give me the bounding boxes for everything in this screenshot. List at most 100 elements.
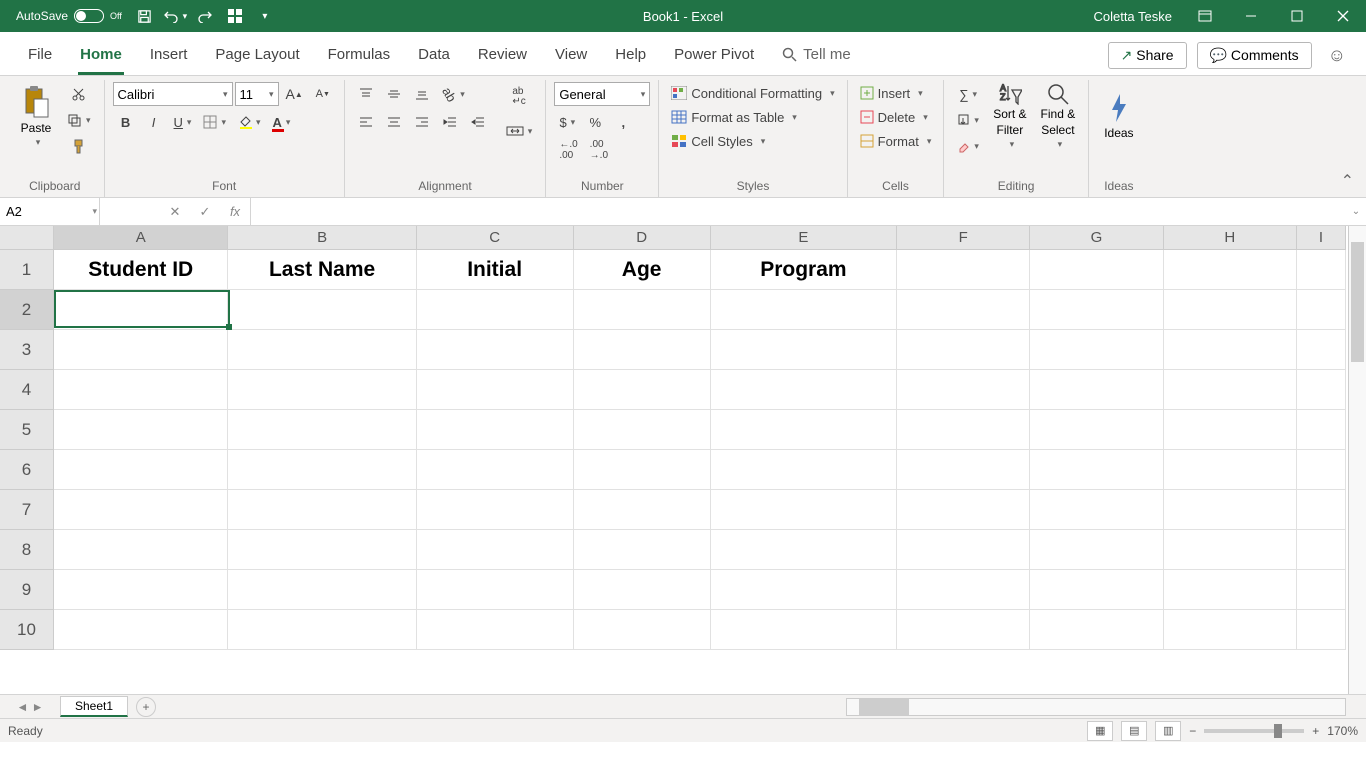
cell-C2[interactable] [417, 290, 574, 330]
fx-button[interactable]: fx [220, 204, 250, 219]
row-header-6[interactable]: 6 [0, 450, 54, 490]
row-header-7[interactable]: 7 [0, 490, 54, 530]
italic-button[interactable]: I [141, 110, 167, 134]
cell-B3[interactable] [228, 330, 416, 370]
namebox-dropdown[interactable]: ▾ [92, 206, 97, 217]
tab-power-pivot[interactable]: Power Pivot [660, 38, 768, 75]
cell-D6[interactable] [574, 450, 711, 490]
decrease-indent-button[interactable] [437, 110, 463, 134]
increase-indent-button[interactable] [465, 110, 491, 134]
cell-F7[interactable] [897, 490, 1030, 530]
cell-G1[interactable] [1030, 250, 1163, 290]
cell-C5[interactable] [417, 410, 574, 450]
cell-A7[interactable] [54, 490, 228, 530]
cell-F8[interactable] [897, 530, 1030, 570]
decrease-decimal-button[interactable]: .00→.0 [585, 138, 613, 162]
cell-H2[interactable] [1164, 290, 1297, 330]
cell-B9[interactable] [228, 570, 416, 610]
row-header-8[interactable]: 8 [0, 530, 54, 570]
cell-E5[interactable] [711, 410, 897, 450]
cell-F4[interactable] [897, 370, 1030, 410]
cell-E8[interactable] [711, 530, 897, 570]
cell-B6[interactable] [228, 450, 416, 490]
minimize-button[interactable] [1228, 0, 1274, 32]
cell-G6[interactable] [1030, 450, 1163, 490]
smile-icon[interactable]: ☺ [1322, 45, 1352, 66]
cell-E1[interactable]: Program [711, 250, 897, 290]
cell-H10[interactable] [1164, 610, 1297, 650]
row-header-4[interactable]: 4 [0, 370, 54, 410]
cell-A1[interactable]: Student ID [54, 250, 228, 290]
cell-I8[interactable] [1297, 530, 1346, 570]
cell-E2[interactable] [711, 290, 897, 330]
col-header-H[interactable]: H [1164, 226, 1297, 250]
user-name[interactable]: Coletta Teske [1083, 9, 1182, 24]
comments-button[interactable]: 💬 Comments [1197, 42, 1312, 69]
share-button[interactable]: ↗ Share [1108, 42, 1187, 69]
cell-F6[interactable] [897, 450, 1030, 490]
align-top-button[interactable] [353, 82, 379, 106]
undo-button[interactable]: ▾ [162, 3, 188, 29]
cell-G4[interactable] [1030, 370, 1163, 410]
cell-I2[interactable] [1297, 290, 1346, 330]
ribbon-options-button[interactable] [1182, 0, 1228, 32]
cell-G3[interactable] [1030, 330, 1163, 370]
cell-D2[interactable] [574, 290, 711, 330]
name-box[interactable]: A2 ▾ [0, 198, 100, 225]
cell-I7[interactable] [1297, 490, 1346, 530]
increase-decimal-button[interactable]: ←.0.00 [554, 138, 582, 162]
cell-B2[interactable] [228, 290, 416, 330]
cell-C7[interactable] [417, 490, 574, 530]
cell-I4[interactable] [1297, 370, 1346, 410]
tab-insert[interactable]: Insert [136, 38, 202, 75]
tab-formulas[interactable]: Formulas [314, 38, 405, 75]
cells-area[interactable]: Student IDLast NameInitialAgeProgram [54, 250, 1346, 650]
tab-review[interactable]: Review [464, 38, 541, 75]
zoom-level[interactable]: 170% [1327, 724, 1358, 738]
cell-F3[interactable] [897, 330, 1030, 370]
cell-I6[interactable] [1297, 450, 1346, 490]
cell-B10[interactable] [228, 610, 416, 650]
sheet-tab-1[interactable]: Sheet1 [60, 696, 128, 717]
merge-center-button[interactable]: ▾ [501, 116, 538, 146]
horizontal-scrollbar[interactable] [846, 698, 1346, 716]
cell-A8[interactable] [54, 530, 228, 570]
cell-A3[interactable] [54, 330, 228, 370]
customize-qat-button[interactable]: ▾ [252, 3, 278, 29]
tab-data[interactable]: Data [404, 38, 464, 75]
cell-G8[interactable] [1030, 530, 1163, 570]
select-all-corner[interactable] [0, 226, 54, 250]
cell-H3[interactable] [1164, 330, 1297, 370]
cell-A9[interactable] [54, 570, 228, 610]
cell-C6[interactable] [417, 450, 574, 490]
cell-H7[interactable] [1164, 490, 1297, 530]
align-middle-button[interactable] [381, 82, 407, 106]
add-sheet-button[interactable]: + [136, 697, 156, 717]
cell-I1[interactable] [1297, 250, 1346, 290]
cell-I9[interactable] [1297, 570, 1346, 610]
cell-A6[interactable] [54, 450, 228, 490]
cell-D5[interactable] [574, 410, 711, 450]
orientation-button[interactable]: ab▾ [437, 82, 470, 106]
clear-button[interactable]: ▾ [952, 134, 984, 158]
cell-B8[interactable] [228, 530, 416, 570]
row-header-9[interactable]: 9 [0, 570, 54, 610]
cell-C1[interactable]: Initial [417, 250, 574, 290]
cell-D7[interactable] [574, 490, 711, 530]
row-header-5[interactable]: 5 [0, 410, 54, 450]
col-header-I[interactable]: I [1297, 226, 1346, 250]
redo-button[interactable] [192, 3, 218, 29]
page-break-view-button[interactable]: ▥ [1155, 721, 1181, 741]
align-center-button[interactable] [381, 110, 407, 134]
cell-G2[interactable] [1030, 290, 1163, 330]
tab-view[interactable]: View [541, 38, 601, 75]
tab-file[interactable]: File [14, 38, 66, 75]
sort-filter-button[interactable]: AZ Sort &Filter▾ [988, 82, 1032, 150]
enter-formula-button[interactable]: ✓ [190, 204, 220, 220]
col-header-C[interactable]: C [417, 226, 574, 250]
align-right-button[interactable] [409, 110, 435, 134]
cell-I3[interactable] [1297, 330, 1346, 370]
vertical-scrollbar[interactable] [1348, 226, 1366, 694]
shrink-font-button[interactable]: A▼ [310, 82, 336, 106]
grow-font-button[interactable]: A▲ [281, 82, 308, 106]
